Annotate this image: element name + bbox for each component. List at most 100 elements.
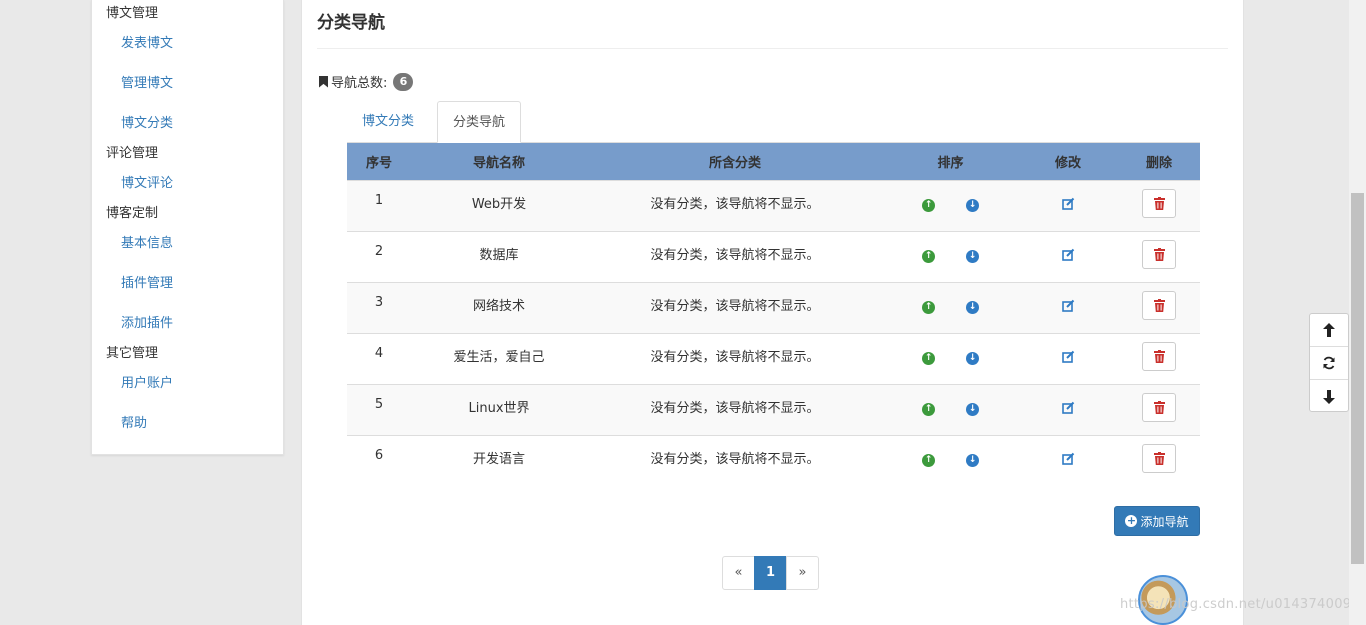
table-row: 3 网络技术 没有分类，该导航将不显示。 ↑ ↓ [347, 281, 1200, 333]
row-delete [1118, 332, 1200, 384]
move-down-icon[interactable]: ↓ [966, 403, 979, 416]
edit-icon[interactable] [1061, 401, 1075, 418]
scroll-top-button[interactable] [1310, 314, 1348, 347]
refresh-icon [1323, 356, 1335, 370]
page-title: 分类导航 [317, 13, 385, 33]
delete-button[interactable] [1142, 342, 1176, 371]
row-id: 1 [347, 179, 411, 231]
move-down-icon[interactable]: ↓ [966, 352, 979, 365]
delete-button[interactable] [1142, 393, 1176, 422]
tab-category-nav[interactable]: 分类导航 [437, 101, 522, 143]
move-down-icon[interactable]: ↓ [966, 199, 979, 212]
row-name: 数据库 [411, 230, 587, 282]
bookmark-icon [319, 75, 328, 88]
delete-button[interactable] [1142, 291, 1176, 320]
table-row: 4 爱生活，爱自己 没有分类，该导航将不显示。 ↑ ↓ [347, 332, 1200, 384]
row-categories: 没有分类，该导航将不显示。 [587, 230, 883, 282]
sidebar-item-user-account[interactable]: 用户账户 [121, 372, 173, 391]
sidebar-item-post-comments[interactable]: 博文评论 [121, 172, 173, 191]
sidebar-item-plugin-manage[interactable]: 插件管理 [121, 272, 173, 291]
header-sort: 排序 [883, 143, 1018, 180]
move-up-icon[interactable]: ↑ [922, 301, 935, 314]
row-edit [1018, 179, 1118, 231]
arrow-down-icon [1323, 389, 1335, 404]
row-sort: ↑ ↓ [883, 383, 1018, 435]
row-name: Linux世界 [411, 383, 587, 435]
move-up-icon[interactable]: ↑ [922, 352, 935, 365]
delete-button[interactable] [1142, 240, 1176, 269]
page-scrollbar[interactable] [1349, 0, 1366, 625]
sidebar-item-help[interactable]: 帮助 [121, 412, 147, 431]
row-sort: ↑ ↓ [883, 434, 1018, 486]
edit-icon[interactable] [1061, 248, 1075, 265]
row-edit [1018, 383, 1118, 435]
title-divider [317, 48, 1228, 49]
pagination: « 1 » [722, 556, 819, 590]
row-edit [1018, 281, 1118, 333]
row-categories: 没有分类，该导航将不显示。 [587, 383, 883, 435]
move-down-icon[interactable]: ↓ [966, 250, 979, 263]
nav-table: 序号 导航名称 所含分类 排序 修改 删除 1 Web开发 没有分类，该导航将不显示… [347, 143, 1200, 486]
refresh-button[interactable] [1310, 347, 1348, 380]
row-name: 网络技术 [411, 281, 587, 333]
row-id: 2 [347, 230, 411, 282]
edit-icon[interactable] [1061, 350, 1075, 367]
move-up-icon[interactable]: ↑ [922, 403, 935, 416]
plus-circle-icon: + [1125, 514, 1138, 527]
add-nav-button[interactable]: + 添加导航 [1114, 506, 1200, 536]
row-id: 4 [347, 332, 411, 384]
sidebar-group-blog: 博文管理 [106, 6, 159, 21]
sidebar-item-basic-info[interactable]: 基本信息 [121, 232, 173, 251]
scrollbar-thumb[interactable] [1351, 193, 1364, 564]
header-id: 序号 [347, 143, 411, 180]
row-delete [1118, 179, 1200, 231]
add-nav-label: 添加导航 [1140, 514, 1189, 529]
row-sort: ↑ ↓ [883, 332, 1018, 384]
row-delete [1118, 281, 1200, 333]
arrow-up-icon [1323, 323, 1335, 337]
edit-icon[interactable] [1061, 197, 1075, 214]
scroll-bottom-button[interactable] [1310, 380, 1348, 413]
watermark: https://blog.csdn.net/u014374009 [1120, 597, 1352, 612]
row-name: 开发语言 [411, 434, 587, 486]
sidebar-item-add-plugin[interactable]: 添加插件 [121, 312, 173, 331]
header-categories: 所含分类 [587, 143, 883, 180]
main-panel: 分类导航 导航总数: 6 博文分类 分类导航 序号 导航名称 所含分类 排序 修… [301, 0, 1244, 625]
row-categories: 没有分类，该导航将不显示。 [587, 434, 883, 486]
row-name: Web开发 [411, 179, 587, 231]
row-id: 6 [347, 434, 411, 486]
row-edit [1018, 230, 1118, 282]
delete-button[interactable] [1142, 444, 1176, 474]
pagination-page-1[interactable]: 1 [754, 556, 787, 590]
move-down-icon[interactable]: ↓ [966, 301, 979, 314]
table-header-row: 序号 导航名称 所含分类 排序 修改 删除 [347, 143, 1200, 180]
table-row: 5 Linux世界 没有分类，该导航将不显示。 ↑ ↓ [347, 383, 1200, 435]
pagination-prev[interactable]: « [722, 556, 755, 590]
edit-icon[interactable] [1061, 299, 1075, 316]
row-name: 爱生活，爱自己 [411, 332, 587, 384]
pagination-next[interactable]: » [786, 556, 819, 590]
row-edit [1018, 434, 1118, 486]
sidebar: 博文管理 发表博文 管理博文 博文分类 评论管理 博文评论 博客定制 基本信息 … [91, 0, 284, 455]
delete-button[interactable] [1142, 189, 1176, 218]
float-scroll-controls [1309, 313, 1349, 412]
table-row: 2 数据库 没有分类，该导航将不显示。 ↑ ↓ [347, 230, 1200, 282]
tab-post-categories[interactable]: 博文分类 [347, 101, 429, 143]
move-up-icon[interactable]: ↑ [922, 199, 935, 212]
header-name: 导航名称 [411, 143, 587, 180]
row-categories: 没有分类，该导航将不显示。 [587, 179, 883, 231]
row-id: 5 [347, 383, 411, 435]
edit-icon[interactable] [1061, 452, 1075, 469]
sidebar-item-manage-posts[interactable]: 管理博文 [121, 72, 173, 91]
nav-count-line: 导航总数: 6 [319, 72, 414, 91]
sidebar-group-comments: 评论管理 [106, 146, 159, 161]
move-down-icon[interactable]: ↓ [966, 454, 979, 468]
sidebar-item-post-categories[interactable]: 博文分类 [121, 112, 173, 131]
nav-count-label: 导航总数: [331, 76, 388, 91]
move-up-icon[interactable]: ↑ [922, 250, 935, 263]
row-sort: ↑ ↓ [883, 230, 1018, 282]
row-categories: 没有分类，该导航将不显示。 [587, 281, 883, 333]
sidebar-item-publish-post[interactable]: 发表博文 [121, 32, 173, 51]
header-delete: 删除 [1118, 143, 1200, 180]
move-up-icon[interactable]: ↑ [922, 454, 935, 468]
